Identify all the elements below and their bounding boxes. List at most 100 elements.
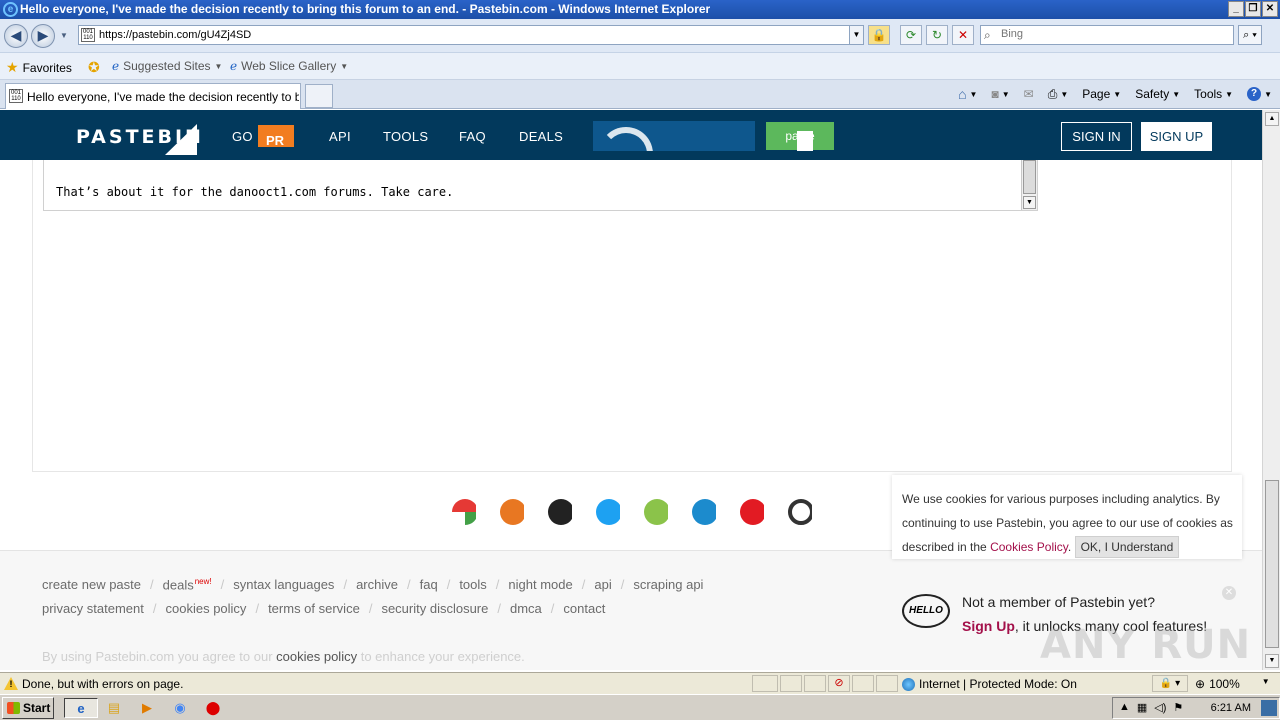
- footer-terms-of-service[interactable]: terms of service: [268, 601, 360, 616]
- consent-cookies-link[interactable]: cookies policy: [276, 649, 357, 664]
- share-reddit-icon[interactable]: [500, 499, 524, 525]
- tab-pastebin[interactable]: 001 110 Hello everyone, I've made the dec…: [5, 83, 301, 109]
- nav-faq[interactable]: FAQ: [459, 129, 486, 144]
- show-desktop-button[interactable]: [1261, 700, 1277, 716]
- go-pro-badge[interactable]: PR: [258, 125, 294, 147]
- hello-speech-bubble-icon: HELLO: [902, 594, 950, 628]
- paste-code-box[interactable]: That’s about it for the danooct1.com for…: [43, 160, 1038, 211]
- share-pinterest-icon[interactable]: [740, 499, 764, 525]
- taskbar-chrome-icon[interactable]: ◉: [169, 698, 191, 718]
- recent-pages-dropdown[interactable]: ▼: [60, 31, 68, 40]
- scroll-down-arrow[interactable]: ▼: [1265, 654, 1279, 668]
- tray-volume-icon[interactable]: ◁): [1154, 701, 1166, 714]
- taskbar-clock[interactable]: 6:21 AM: [1211, 702, 1251, 714]
- web-slice-gallery-button[interactable]: ℯ Web Slice Gallery ▼: [230, 59, 348, 73]
- scroll-up-arrow[interactable]: ▲: [1265, 112, 1279, 126]
- new-tab-button[interactable]: [305, 84, 333, 108]
- lock-icon[interactable]: 🔒: [868, 25, 890, 45]
- search-input[interactable]: [1001, 28, 1226, 40]
- page-scrollbar[interactable]: ▲ ▼: [1262, 110, 1280, 670]
- address-dropdown-button[interactable]: ▼: [849, 26, 863, 44]
- search-go-button[interactable]: ⌕ ▾: [1238, 25, 1262, 45]
- close-window-button[interactable]: ✕: [1262, 1, 1278, 17]
- status-cell: [804, 675, 826, 692]
- tools-menu[interactable]: Tools ▼: [1194, 87, 1233, 101]
- page-scrollbar-thumb[interactable]: [1265, 480, 1279, 648]
- stop-icon[interactable]: ✕: [952, 25, 974, 45]
- footer-security-disclosure[interactable]: security disclosure: [381, 601, 488, 616]
- nav-api[interactable]: API: [329, 129, 351, 144]
- security-zone[interactable]: Internet | Protected Mode: On: [902, 677, 1077, 691]
- tray-expand-icon[interactable]: ▲: [1119, 701, 1130, 714]
- header-search-field[interactable]: [593, 121, 755, 151]
- paste-button[interactable]: paste: [766, 122, 834, 151]
- taskbar-media-player-icon[interactable]: ▶: [136, 698, 158, 718]
- popup-blocked-icon[interactable]: ⊘: [828, 675, 850, 692]
- footer-archive[interactable]: archive: [356, 577, 398, 592]
- share-google-icon[interactable]: [452, 499, 476, 525]
- taskbar-file-explorer-icon[interactable]: ▤: [103, 698, 125, 718]
- protected-mode-lock-icon[interactable]: 🔒 ▾: [1152, 675, 1188, 692]
- close-icon[interactable]: ✕: [1222, 586, 1236, 600]
- tray-action-center-icon[interactable]: ⚑: [1173, 701, 1183, 714]
- share-github-icon[interactable]: [788, 499, 812, 525]
- footer-cookies-policy[interactable]: cookies policy: [166, 601, 247, 616]
- page-error-warning-icon[interactable]: !: [4, 677, 18, 690]
- back-button[interactable]: ◀: [4, 24, 28, 48]
- home-button[interactable]: ⌂ ▼: [958, 86, 977, 102]
- taskbar-opera-icon[interactable]: ⬤: [202, 698, 224, 718]
- feeds-button[interactable]: ◙ ▼: [991, 87, 1009, 101]
- cookies-policy-link[interactable]: Cookies Policy: [990, 540, 1068, 554]
- code-scrollbar[interactable]: ▼: [1021, 160, 1037, 210]
- footer-links-row-2: privacy statement / cookies policy / terms…: [42, 601, 606, 616]
- tray-network-icon[interactable]: ▦: [1137, 701, 1147, 714]
- safety-menu[interactable]: Safety ▼: [1135, 87, 1180, 101]
- member-sign-up-link[interactable]: Sign Up: [962, 618, 1015, 634]
- footer-create-new-paste[interactable]: create new paste: [42, 577, 141, 592]
- compatibility-view-icon[interactable]: ⟳: [900, 25, 922, 45]
- footer-privacy-statement[interactable]: privacy statement: [42, 601, 144, 616]
- sign-in-button[interactable]: SIGN IN: [1061, 122, 1132, 151]
- suggested-sites-button[interactable]: ℯ Suggested Sites ▼: [112, 59, 222, 73]
- share-twitter-icon[interactable]: [596, 499, 620, 525]
- cookie-ok-button[interactable]: OK, I Understand: [1074, 536, 1180, 558]
- favorites-star-icon: ★: [6, 59, 19, 75]
- status-message[interactable]: Done, but with errors on page.: [22, 677, 183, 691]
- footer-dmca[interactable]: dmca: [510, 601, 542, 616]
- start-button[interactable]: Start: [2, 697, 54, 719]
- footer-syntax-languages[interactable]: syntax languages: [233, 577, 334, 592]
- search-box[interactable]: ⌕: [980, 25, 1234, 45]
- footer-api[interactable]: api: [594, 577, 611, 592]
- footer-tools[interactable]: tools: [459, 577, 486, 592]
- refresh-icon[interactable]: ↻: [926, 25, 948, 45]
- nav-go[interactable]: GO: [232, 129, 253, 144]
- paste-text: That’s about it for the danooct1.com for…: [56, 185, 454, 199]
- share-android-icon[interactable]: [644, 499, 668, 525]
- nav-deals[interactable]: DEALS: [519, 129, 563, 144]
- forward-button[interactable]: ▶: [31, 24, 55, 48]
- sign-up-button[interactable]: SIGN UP: [1141, 122, 1212, 151]
- footer-contact[interactable]: contact: [563, 601, 605, 616]
- share-tumblr-icon[interactable]: [548, 499, 572, 525]
- page-menu[interactable]: Page ▼: [1082, 87, 1121, 101]
- read-mail-button[interactable]: ✉: [1024, 87, 1034, 101]
- minimize-button[interactable]: _: [1228, 1, 1244, 17]
- zoom-control[interactable]: ⊕ 100% ▼: [1195, 677, 1270, 691]
- taskbar-internet-explorer-icon[interactable]: e: [64, 698, 98, 718]
- footer-faq[interactable]: faq: [420, 577, 438, 592]
- nav-tools[interactable]: TOOLS: [383, 129, 428, 144]
- help-menu[interactable]: ? ▼: [1247, 87, 1272, 101]
- footer-deals[interactable]: dealsnew!: [163, 577, 212, 592]
- address-bar[interactable]: 001 110 https://pastebin.com/gU4Zj4SD ▼: [78, 25, 864, 45]
- address-url[interactable]: https://pastebin.com/gU4Zj4SD: [99, 29, 251, 41]
- footer-scraping-api[interactable]: scraping api: [633, 577, 703, 592]
- footer-night-mode[interactable]: night mode: [508, 577, 572, 592]
- share-linkedin-icon[interactable]: [692, 499, 716, 525]
- add-to-favorites-bar-button[interactable]: ✪: [88, 59, 100, 76]
- code-scroll-down-arrow[interactable]: ▼: [1023, 196, 1036, 209]
- code-scrollbar-thumb[interactable]: [1023, 160, 1036, 194]
- print-button[interactable]: ⎙ ▼: [1048, 87, 1069, 102]
- search-icon: ⌕: [984, 28, 991, 42]
- favorites-button[interactable]: ★ Favorites: [6, 59, 72, 76]
- restore-button[interactable]: ❐: [1245, 1, 1261, 17]
